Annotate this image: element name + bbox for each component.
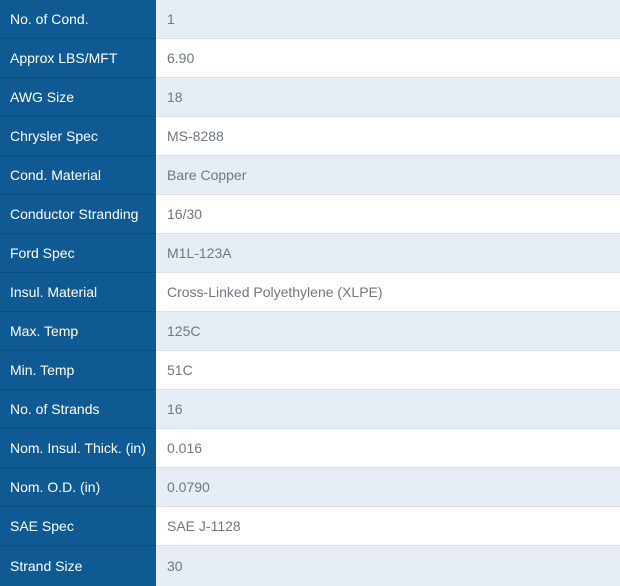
spec-label-chrysler-spec: Chrysler Spec [0, 117, 156, 156]
spec-label-ford-spec: Ford Spec [0, 234, 156, 273]
spec-value-min-temp: 51C [156, 351, 620, 390]
spec-row-approx-lbs-mft: Approx LBS/MFT 6.90 [0, 39, 620, 78]
spec-row-nom-insul-thick: Nom. Insul. Thick. (in) 0.016 [0, 429, 620, 468]
spec-row-ford-spec: Ford Spec M1L-123A [0, 234, 620, 273]
wire-spec-table: No. of Cond. 1 Approx LBS/MFT 6.90 AWG S… [0, 0, 620, 586]
spec-label-strand-size: Strand Size [0, 546, 156, 586]
spec-label-min-temp: Min. Temp [0, 351, 156, 390]
spec-label-cond-material: Cond. Material [0, 156, 156, 195]
spec-label-conductor-stranding: Conductor Stranding [0, 195, 156, 234]
spec-label-no-of-strands: No. of Strands [0, 390, 156, 429]
spec-value-approx-lbs-mft: 6.90 [156, 39, 620, 78]
spec-value-max-temp: 125C [156, 312, 620, 351]
spec-value-nom-insul-thick: 0.016 [156, 429, 620, 468]
spec-value-nom-od: 0.0790 [156, 468, 620, 507]
spec-label-nom-insul-thick: Nom. Insul. Thick. (in) [0, 429, 156, 468]
spec-row-conductor-stranding: Conductor Stranding 16/30 [0, 195, 620, 234]
spec-label-no-of-cond: No. of Cond. [0, 0, 156, 39]
spec-label-sae-spec: SAE Spec [0, 507, 156, 546]
spec-row-strand-size: Strand Size 30 [0, 546, 620, 586]
spec-value-awg-size: 18 [156, 78, 620, 117]
spec-value-sae-spec: SAE J-1128 [156, 507, 620, 546]
spec-value-no-of-cond: 1 [156, 0, 620, 39]
spec-row-awg-size: AWG Size 18 [0, 78, 620, 117]
spec-label-awg-size: AWG Size [0, 78, 156, 117]
spec-value-insul-material: Cross-Linked Polyethylene (XLPE) [156, 273, 620, 312]
spec-row-chrysler-spec: Chrysler Spec MS-8288 [0, 117, 620, 156]
spec-row-insul-material: Insul. Material Cross-Linked Polyethylen… [0, 273, 620, 312]
spec-row-no-of-strands: No. of Strands 16 [0, 390, 620, 429]
spec-row-max-temp: Max. Temp 125C [0, 312, 620, 351]
spec-row-nom-od: Nom. O.D. (in) 0.0790 [0, 468, 620, 507]
spec-value-conductor-stranding: 16/30 [156, 195, 620, 234]
spec-value-ford-spec: M1L-123A [156, 234, 620, 273]
spec-label-approx-lbs-mft: Approx LBS/MFT [0, 39, 156, 78]
spec-row-no-of-cond: No. of Cond. 1 [0, 0, 620, 39]
spec-value-strand-size: 30 [156, 546, 620, 586]
spec-value-no-of-strands: 16 [156, 390, 620, 429]
spec-value-chrysler-spec: MS-8288 [156, 117, 620, 156]
spec-label-insul-material: Insul. Material [0, 273, 156, 312]
spec-label-max-temp: Max. Temp [0, 312, 156, 351]
spec-row-cond-material: Cond. Material Bare Copper [0, 156, 620, 195]
spec-value-cond-material: Bare Copper [156, 156, 620, 195]
spec-row-sae-spec: SAE Spec SAE J-1128 [0, 507, 620, 546]
spec-row-min-temp: Min. Temp 51C [0, 351, 620, 390]
spec-label-nom-od: Nom. O.D. (in) [0, 468, 156, 507]
